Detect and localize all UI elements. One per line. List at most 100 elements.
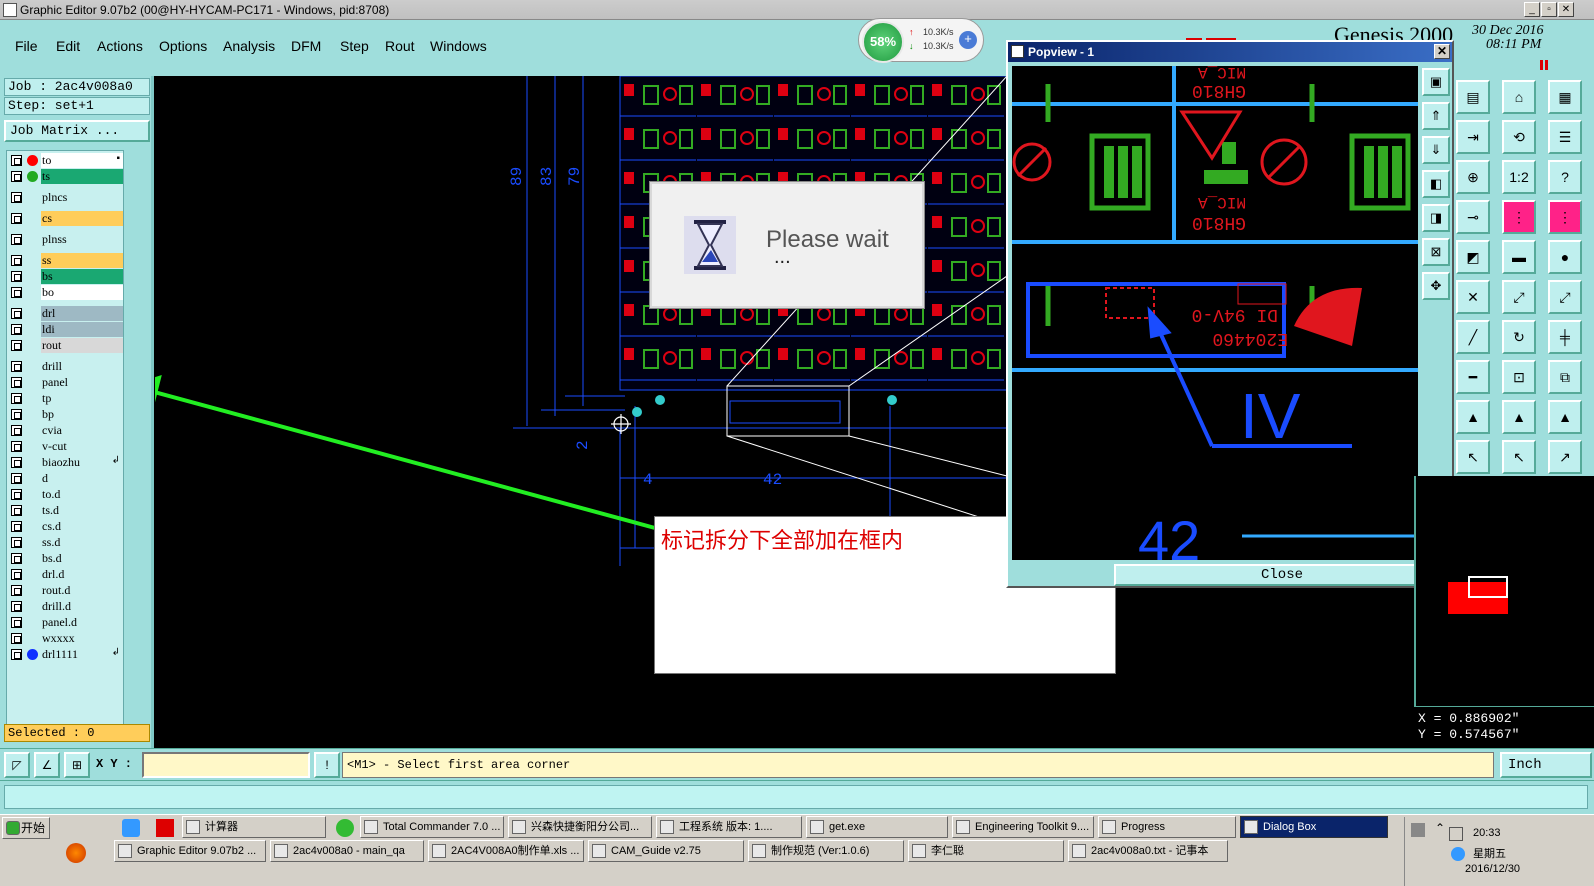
layer-name[interactable]: ts [41, 169, 123, 184]
layer-row-panel[interactable]: panel [7, 375, 123, 390]
menu-file[interactable]: File [15, 38, 38, 54]
pointer-icon[interactable]: ↗ [1548, 440, 1582, 474]
layer-row-bp[interactable]: bp [7, 407, 123, 422]
menu-dfm[interactable]: DFM [291, 38, 321, 54]
popview-window[interactable]: Popview - 1 ✕ GH810 MIC_A GH810 MIC_A DI… [1006, 40, 1454, 588]
menu-actions[interactable]: Actions [97, 38, 143, 54]
stretch-icon[interactable]: ⤢ [1502, 280, 1536, 314]
delete-icon[interactable]: ✕ [1456, 280, 1490, 314]
layer-row-wxxxx[interactable]: wxxxx [7, 631, 123, 646]
layer-name[interactable]: drl.d [41, 567, 123, 582]
taskbar-item[interactable]: 兴森快捷衡阳分公司... [508, 816, 652, 838]
pad-icon[interactable]: ● [1548, 240, 1582, 274]
layer-name[interactable]: tp [41, 391, 123, 406]
layer-checkbox[interactable] [11, 287, 22, 298]
layer-name[interactable]: bs.d [41, 551, 123, 566]
layer-name[interactable]: v-cut [41, 439, 123, 454]
menu-rout[interactable]: Rout [385, 38, 415, 54]
taskbar-item[interactable]: 2ac4v008a0 - main_qa [270, 840, 424, 862]
layer-row-drl.d[interactable]: drl.d [7, 567, 123, 582]
job-matrix-button[interactable]: Job Matrix ... [4, 120, 150, 142]
layer-name[interactable]: cvia [41, 423, 123, 438]
layer-checkbox[interactable] [11, 324, 22, 335]
layer-name[interactable]: drill [41, 359, 123, 374]
text-icon[interactable]: ▲ [1548, 400, 1582, 434]
layer-icon[interactable]: ▤ [1456, 80, 1490, 114]
text-icon[interactable]: ▲ [1456, 400, 1490, 434]
layer-checkbox[interactable] [11, 271, 22, 282]
taskbar-item[interactable]: Total Commander 7.0 ... [360, 816, 504, 838]
menu-edit[interactable]: Edit [56, 38, 80, 54]
menu-icon[interactable]: ☰ [1548, 120, 1582, 154]
grid-icon[interactable]: ⊞ [64, 752, 90, 778]
measure-icon[interactable]: ▬ [1502, 240, 1536, 274]
layer-row-ts[interactable]: ts [7, 169, 123, 184]
browser-icon[interactable] [66, 843, 86, 863]
layer-row-ldi[interactable]: ldi [7, 322, 123, 337]
pointer-icon[interactable]: ↖ [1502, 440, 1536, 474]
layer-name[interactable]: ss.d [41, 535, 123, 550]
layer-name[interactable]: bs [41, 269, 123, 284]
layer-row-drill.d[interactable]: drill.d [7, 599, 123, 614]
scale-icon[interactable]: 1:2 [1502, 160, 1536, 194]
layer-name[interactable]: bo [41, 285, 123, 300]
layer-name[interactable]: drl [41, 306, 123, 321]
net-icon[interactable]: ⋮ [1548, 200, 1582, 234]
layer-row-ss.d[interactable]: ss.d [7, 535, 123, 550]
layer-name[interactable]: drill.d [41, 599, 123, 614]
layer-name[interactable]: d [41, 471, 123, 486]
tray-icon[interactable] [1411, 823, 1425, 837]
menu-windows[interactable]: Windows [430, 38, 487, 54]
layer-checkbox[interactable] [11, 425, 22, 436]
layer-row-to.d[interactable]: to.d [7, 487, 123, 502]
usb-icon[interactable] [1449, 827, 1463, 841]
pdf-icon[interactable] [156, 819, 174, 837]
layer-checkbox[interactable] [11, 633, 22, 644]
network-icon[interactable] [1451, 847, 1465, 861]
layer-checkbox[interactable] [11, 505, 22, 516]
popview-canvas[interactable]: GH810 MIC_A GH810 MIC_A DI 94V-0 E204460… [1012, 66, 1418, 560]
menu-analysis[interactable]: Analysis [223, 38, 275, 54]
layer-checkbox[interactable] [11, 234, 22, 245]
layer-name[interactable]: ldi [41, 322, 123, 337]
layer-row-bo[interactable]: bo [7, 285, 123, 300]
layer-row-cs[interactable]: cs [7, 211, 123, 226]
layer-name[interactable]: rout [41, 338, 123, 353]
popview-titlebar[interactable]: Popview - 1 ✕ [1008, 42, 1452, 62]
taskbar-item[interactable]: 2ac4v008a0.txt - 记事本 [1068, 840, 1228, 862]
layer-name[interactable]: panel.d [41, 615, 123, 630]
taskbar-item[interactable]: Graphic Editor 9.07b2 ... [114, 840, 266, 862]
layer-checkbox[interactable] [11, 537, 22, 548]
fit-icon[interactable]: ⊠ [1422, 238, 1450, 266]
layer-name[interactable]: plncs [41, 190, 123, 205]
taskbar-item[interactable]: 工程系统 版本: 1.... [656, 816, 802, 838]
zoom-icon[interactable]: ⊕ [1456, 160, 1490, 194]
undo-icon[interactable]: ⟲ [1502, 120, 1536, 154]
layer-up-icon[interactable]: ⇑ [1422, 102, 1450, 130]
pointer-icon[interactable]: ↖ [1456, 440, 1490, 474]
minimize-button[interactable]: _ [1524, 2, 1540, 17]
angle-icon[interactable]: ∠ [34, 752, 60, 778]
layer-name[interactable]: wxxxx [41, 631, 123, 646]
layer-checkbox[interactable] [11, 521, 22, 532]
layer-name[interactable]: plnss [41, 232, 123, 247]
cut-icon[interactable]: ━ [1456, 360, 1490, 394]
layer-checkbox[interactable] [11, 473, 22, 484]
layer-row-ss[interactable]: ss [7, 253, 123, 268]
home-icon[interactable]: ⌂ [1502, 80, 1536, 114]
layer-checkbox[interactable] [11, 441, 22, 452]
table-icon[interactable]: ▦ [1548, 80, 1582, 114]
taskbar-item[interactable]: Progress [1098, 816, 1236, 838]
center-icon[interactable]: ✥ [1422, 272, 1450, 300]
layer-row-bs.d[interactable]: bs.d [7, 551, 123, 566]
layer-checkbox[interactable] [11, 377, 22, 388]
layer-checkbox[interactable] [11, 617, 22, 628]
layer-checkbox[interactable] [11, 308, 22, 319]
layer-checkbox[interactable] [11, 361, 22, 372]
layer-name[interactable]: ts.d [41, 503, 123, 518]
layer-name[interactable]: bp [41, 407, 123, 422]
quicklaunch-icon[interactable] [122, 819, 140, 837]
net-icon[interactable]: ⋮ [1502, 200, 1536, 234]
layer-row-to[interactable]: to ▪ [7, 153, 123, 168]
layer-checkbox[interactable] [11, 155, 22, 166]
